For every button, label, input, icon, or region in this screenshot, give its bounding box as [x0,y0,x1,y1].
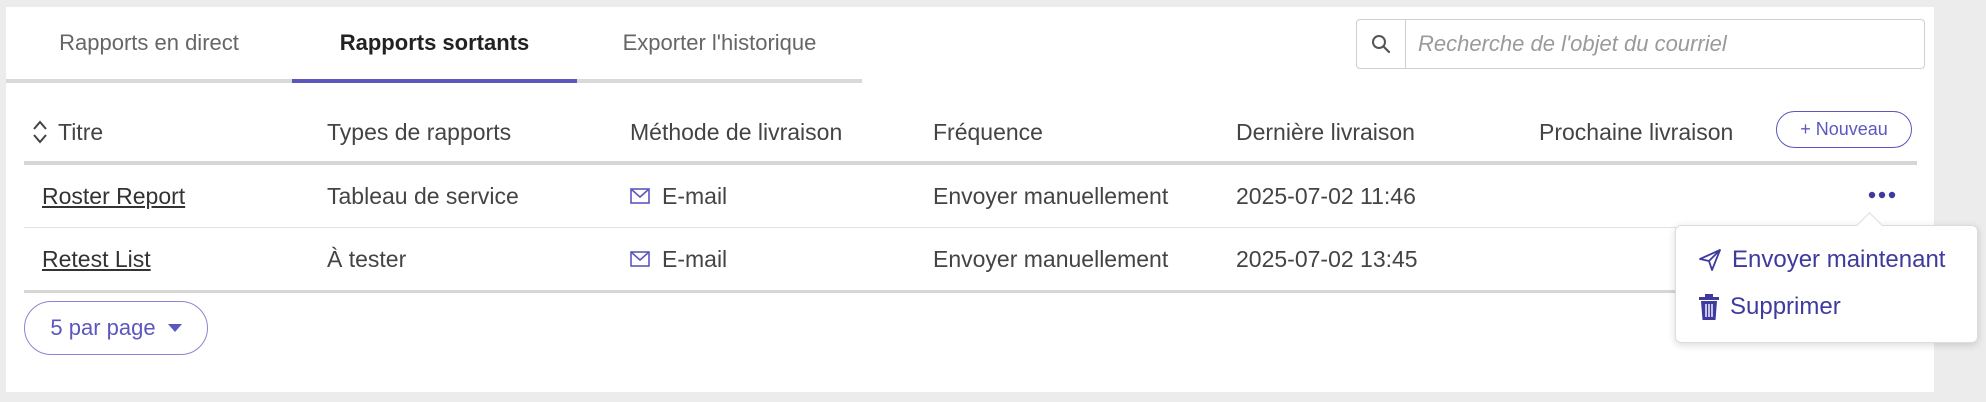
report-title-link[interactable]: Retest List [42,246,151,273]
search-box [1356,19,1925,69]
row-method: E-mail [630,246,933,273]
mail-icon [630,251,650,267]
row-title-cell: Roster Report [24,183,327,210]
row-last-delivery: 2025-07-02 13:45 [1236,245,1418,272]
row-frequency: Envoyer manuellement [933,245,1169,272]
row-last-delivery: 2025-07-02 11:46 [1236,182,1416,209]
header-delivery-method: Méthode de livraison [630,118,843,145]
row-method-label: E-mail [662,182,728,209]
paper-plane-icon [1699,249,1721,271]
delete-label: Supprimer [1730,293,1841,320]
sort-icon[interactable] [32,119,48,145]
row-title-cell: Retest List [24,246,327,273]
send-now-menu-item[interactable]: Envoyer maintenant [1698,242,1945,278]
caret-down-icon [167,323,182,332]
header-last-delivery: Dernière livraison [1236,118,1415,145]
trash-icon [1699,294,1719,320]
send-now-label: Envoyer maintenant [1732,246,1946,273]
tab-outgoing-reports[interactable]: Rapports sortants [292,7,577,83]
row-actions-menu: Envoyer maintenant Supprimer [1675,212,1978,343]
row-method-label: E-mail [662,245,728,272]
row-method: E-mail [630,183,933,210]
tab-live-reports[interactable]: Rapports en direct [6,7,292,79]
per-page-select[interactable]: 5 par page [24,301,208,355]
row-type: Tableau de service [327,182,519,209]
table-row: Retest List À tester E-mail Envoyer manu… [24,228,1917,293]
search-input[interactable] [1406,20,1924,68]
per-page-label: 5 par page [50,315,156,340]
tab-bar: Rapports en direct Rapports sortants Exp… [6,7,862,83]
report-title-link[interactable]: Roster Report [42,183,185,210]
header-title-label: Titre [58,118,104,145]
reports-panel: Rapports en direct Rapports sortants Exp… [6,7,1934,392]
search-icon[interactable] [1357,20,1406,68]
header-report-type: Types de rapports [327,118,512,145]
delete-menu-item[interactable]: Supprimer [1698,289,1841,325]
table-row: Roster Report Tableau de service E-mail … [24,165,1917,228]
more-options-icon[interactable] [1864,183,1900,207]
row-type: À tester [327,245,407,272]
tab-export-history[interactable]: Exporter l'historique [577,7,862,79]
row-frequency: Envoyer manuellement [933,182,1169,209]
header-title[interactable]: Titre [24,119,327,146]
new-report-button[interactable]: + Nouveau [1776,111,1912,148]
mail-icon [630,188,650,204]
reports-table: Titre Types de rapports Méthode de livra… [24,103,1917,293]
header-frequency: Fréquence [933,118,1043,145]
table-header: Titre Types de rapports Méthode de livra… [24,103,1917,165]
